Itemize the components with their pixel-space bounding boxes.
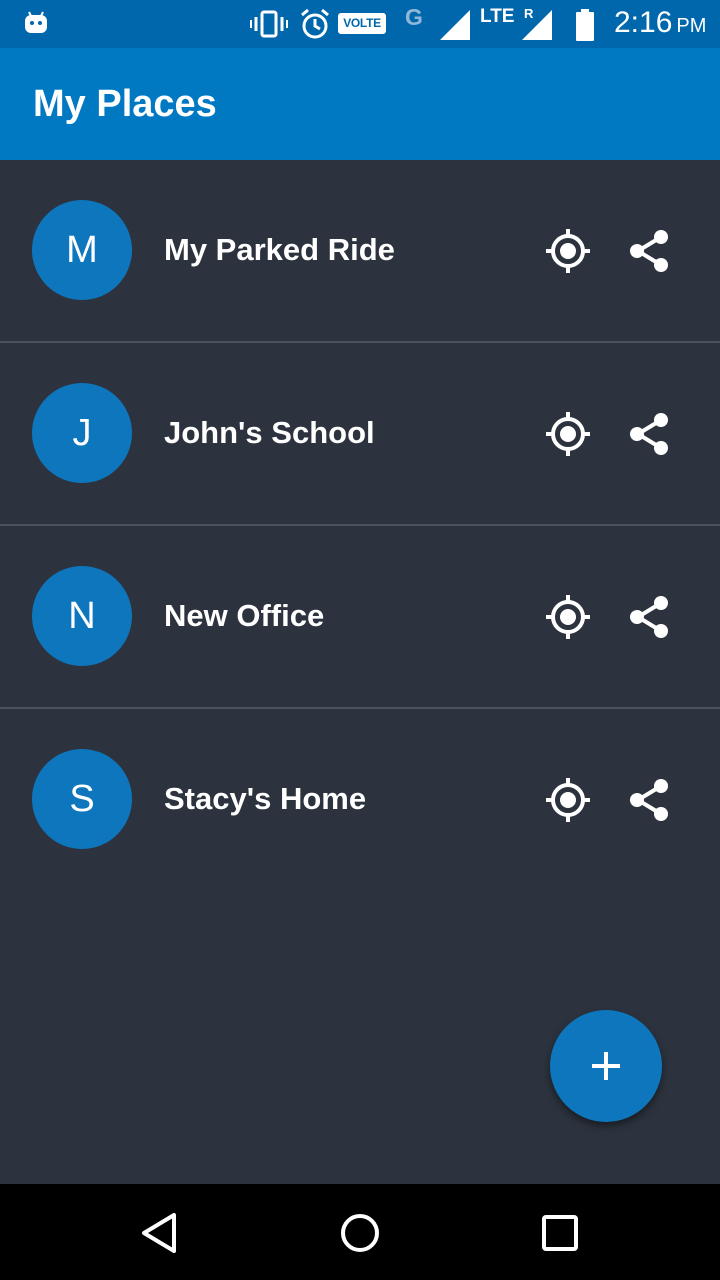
share-button[interactable] — [624, 775, 674, 825]
locate-icon — [546, 229, 590, 273]
share-icon — [630, 596, 668, 638]
lte-signal-icon — [522, 10, 552, 40]
avatar: M — [32, 200, 132, 300]
locate-button[interactable] — [543, 592, 593, 642]
locate-icon — [546, 778, 590, 822]
plus-icon — [592, 1052, 620, 1080]
locate-button[interactable] — [543, 409, 593, 459]
locate-button[interactable] — [543, 226, 593, 276]
place-name: John's School — [164, 415, 375, 450]
my-places-screen: VOLTE G LTE R 2:16 PM My Places M My Park… — [0, 0, 720, 1280]
vibrate-icon — [250, 10, 288, 38]
clock-time: 2:16 — [614, 6, 673, 39]
home-icon — [341, 1214, 379, 1252]
share-button[interactable] — [624, 592, 674, 642]
add-place-button[interactable] — [550, 1010, 662, 1122]
place-row[interactable]: M My Parked Ride — [0, 160, 720, 343]
place-name: My Parked Ride — [164, 232, 395, 267]
status-bar: VOLTE G LTE R 2:16 PM — [0, 0, 720, 48]
android-icon — [25, 11, 47, 33]
volte-icon: VOLTE — [338, 13, 386, 34]
locate-icon — [546, 595, 590, 639]
avatar: J — [32, 383, 132, 483]
home-button[interactable] — [335, 1208, 385, 1258]
share-button[interactable] — [624, 409, 674, 459]
place-row[interactable]: N New Office — [0, 526, 720, 709]
place-row[interactable]: S Stacy's Home — [0, 709, 720, 890]
share-icon — [630, 413, 668, 455]
clock: 2:16 PM — [614, 6, 706, 40]
lte-label: LTE — [480, 6, 515, 27]
place-name: New Office — [164, 598, 325, 633]
recents-button[interactable] — [535, 1208, 585, 1258]
alarm-icon — [301, 8, 329, 39]
places-list: M My Parked Ride J John's School N New O… — [0, 160, 720, 890]
back-button[interactable] — [135, 1208, 185, 1258]
battery-icon — [576, 9, 594, 41]
place-name: Stacy's Home — [164, 781, 367, 816]
page-title: My Places — [33, 83, 217, 125]
navigation-bar — [0, 1184, 720, 1280]
back-icon — [142, 1213, 176, 1253]
clock-ampm: PM — [676, 15, 707, 37]
recents-icon — [542, 1215, 578, 1251]
signal-icon — [440, 10, 470, 40]
share-icon — [630, 230, 668, 272]
place-row[interactable]: J John's School — [0, 343, 720, 526]
avatar: S — [32, 749, 132, 849]
avatar: N — [32, 566, 132, 666]
share-button[interactable] — [624, 226, 674, 276]
locate-button[interactable] — [543, 775, 593, 825]
network-type-label: G — [405, 4, 423, 30]
app-bar: My Places — [0, 48, 720, 160]
share-icon — [630, 779, 668, 821]
locate-icon — [546, 412, 590, 456]
